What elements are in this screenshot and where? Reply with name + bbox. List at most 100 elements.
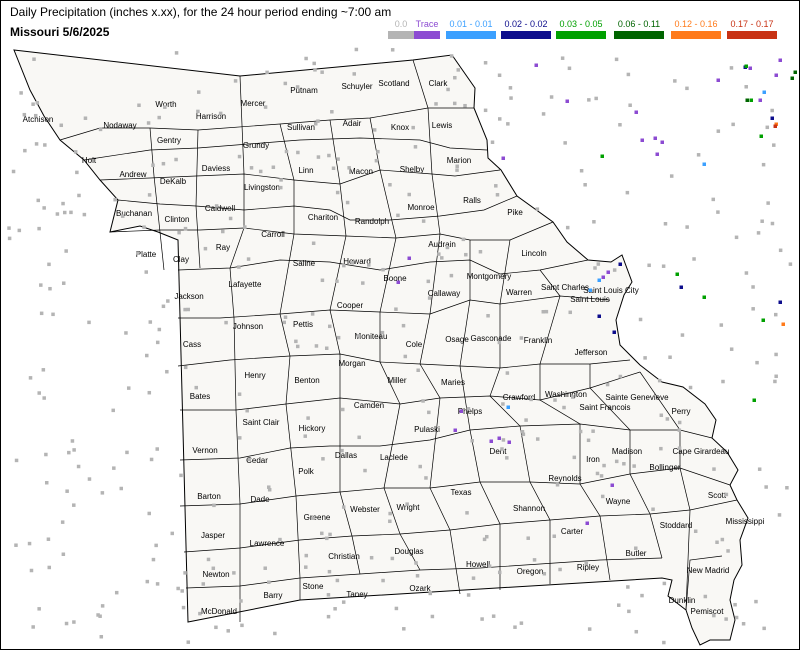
station-zero bbox=[198, 611, 202, 616]
station-zero bbox=[87, 320, 91, 325]
station-zero bbox=[99, 634, 104, 639]
station-zero bbox=[578, 429, 583, 434]
station-zero bbox=[328, 532, 332, 537]
station-zero bbox=[715, 540, 719, 544]
county-label: Washington bbox=[545, 390, 587, 399]
station-trace bbox=[640, 138, 644, 142]
station-zero bbox=[414, 561, 418, 565]
station-zero bbox=[751, 285, 755, 289]
station-zero bbox=[659, 413, 664, 418]
station-trace bbox=[396, 280, 400, 284]
station-zero bbox=[278, 537, 282, 542]
station-zero bbox=[614, 57, 619, 62]
station-zero bbox=[206, 557, 211, 562]
station-zero bbox=[203, 246, 208, 251]
station-trace bbox=[453, 428, 457, 432]
station-zero bbox=[145, 353, 149, 358]
station-zero bbox=[614, 459, 619, 464]
station-zero bbox=[47, 565, 52, 570]
station-zero bbox=[165, 369, 169, 374]
station-zero bbox=[166, 299, 170, 303]
station-zero bbox=[328, 324, 332, 329]
county-label: Holt bbox=[82, 156, 97, 165]
station-zero bbox=[549, 95, 554, 99]
station-zero bbox=[295, 344, 300, 349]
station-zero bbox=[757, 467, 762, 471]
station-zero bbox=[333, 607, 337, 611]
station-zero bbox=[43, 143, 47, 147]
county-label: Marion bbox=[447, 156, 471, 165]
station-zero bbox=[430, 614, 435, 619]
station-zero bbox=[495, 193, 500, 197]
station-zero bbox=[497, 117, 502, 121]
station-zero bbox=[478, 249, 483, 254]
station-zero bbox=[44, 452, 48, 457]
station-trace bbox=[601, 275, 605, 279]
station-zero bbox=[313, 121, 318, 126]
station-zero bbox=[214, 625, 218, 630]
county-label: Ray bbox=[216, 243, 230, 252]
station-zero bbox=[69, 210, 73, 215]
station-zero bbox=[455, 168, 459, 172]
station-trace bbox=[653, 136, 657, 140]
station-zero bbox=[14, 458, 19, 463]
station-zero bbox=[161, 304, 166, 309]
station-zero bbox=[114, 590, 119, 595]
station-zero bbox=[304, 56, 308, 61]
station-zero bbox=[181, 605, 186, 610]
station-p003 bbox=[600, 154, 604, 158]
station-zero bbox=[772, 143, 776, 147]
station-zero bbox=[326, 614, 331, 619]
station-zero bbox=[716, 129, 721, 133]
station-zero bbox=[313, 68, 317, 72]
station-zero bbox=[284, 149, 289, 154]
station-zero bbox=[572, 455, 577, 460]
county-label: Caldwell bbox=[205, 204, 235, 213]
county-label: Lafayette bbox=[229, 280, 262, 289]
station-zero bbox=[788, 262, 793, 266]
station-zero bbox=[147, 390, 152, 395]
station-trace bbox=[778, 58, 782, 62]
station-zero bbox=[149, 457, 154, 462]
station-zero bbox=[483, 61, 488, 65]
station-zero bbox=[39, 311, 44, 316]
station-zero bbox=[180, 589, 184, 593]
station-zero bbox=[407, 192, 411, 197]
station-zero bbox=[321, 457, 325, 461]
county-label: Cooper bbox=[337, 301, 364, 310]
station-zero bbox=[155, 447, 159, 451]
county-label: Bates bbox=[190, 392, 210, 401]
station-zero bbox=[347, 166, 351, 170]
station-zero bbox=[312, 61, 316, 66]
station-p003 bbox=[744, 64, 748, 68]
station-zero bbox=[283, 81, 288, 86]
station-zero bbox=[283, 315, 288, 319]
missouri-county-map: Atchison Nodaway Worth Harrison Mercer P… bbox=[7, 47, 797, 646]
station-zero bbox=[380, 330, 385, 335]
station-zero bbox=[634, 629, 639, 634]
station-zero bbox=[31, 102, 35, 106]
county-label: Hickory bbox=[299, 424, 326, 433]
station-zero bbox=[711, 197, 716, 202]
station-zero bbox=[724, 617, 728, 621]
station-zero bbox=[331, 166, 336, 170]
station-zero bbox=[211, 566, 216, 571]
station-zero bbox=[226, 629, 230, 633]
county-label: Gasconade bbox=[471, 334, 512, 343]
county-label: Andrew bbox=[119, 170, 146, 179]
station-zero bbox=[36, 198, 41, 203]
county-label: Pulaski bbox=[414, 425, 440, 434]
station-zero bbox=[249, 166, 254, 170]
station-zero bbox=[41, 368, 46, 372]
county-label: Jasper bbox=[201, 531, 225, 540]
station-zero bbox=[186, 640, 191, 644]
station-zero bbox=[519, 621, 524, 625]
station-p002 bbox=[770, 116, 774, 120]
station-zero bbox=[271, 165, 276, 169]
county-label: Cass bbox=[183, 340, 201, 349]
station-zero bbox=[363, 468, 367, 473]
station-zero bbox=[445, 245, 450, 250]
station-zero bbox=[341, 407, 345, 412]
county-label: Laclede bbox=[380, 453, 409, 462]
station-zero bbox=[663, 222, 668, 226]
